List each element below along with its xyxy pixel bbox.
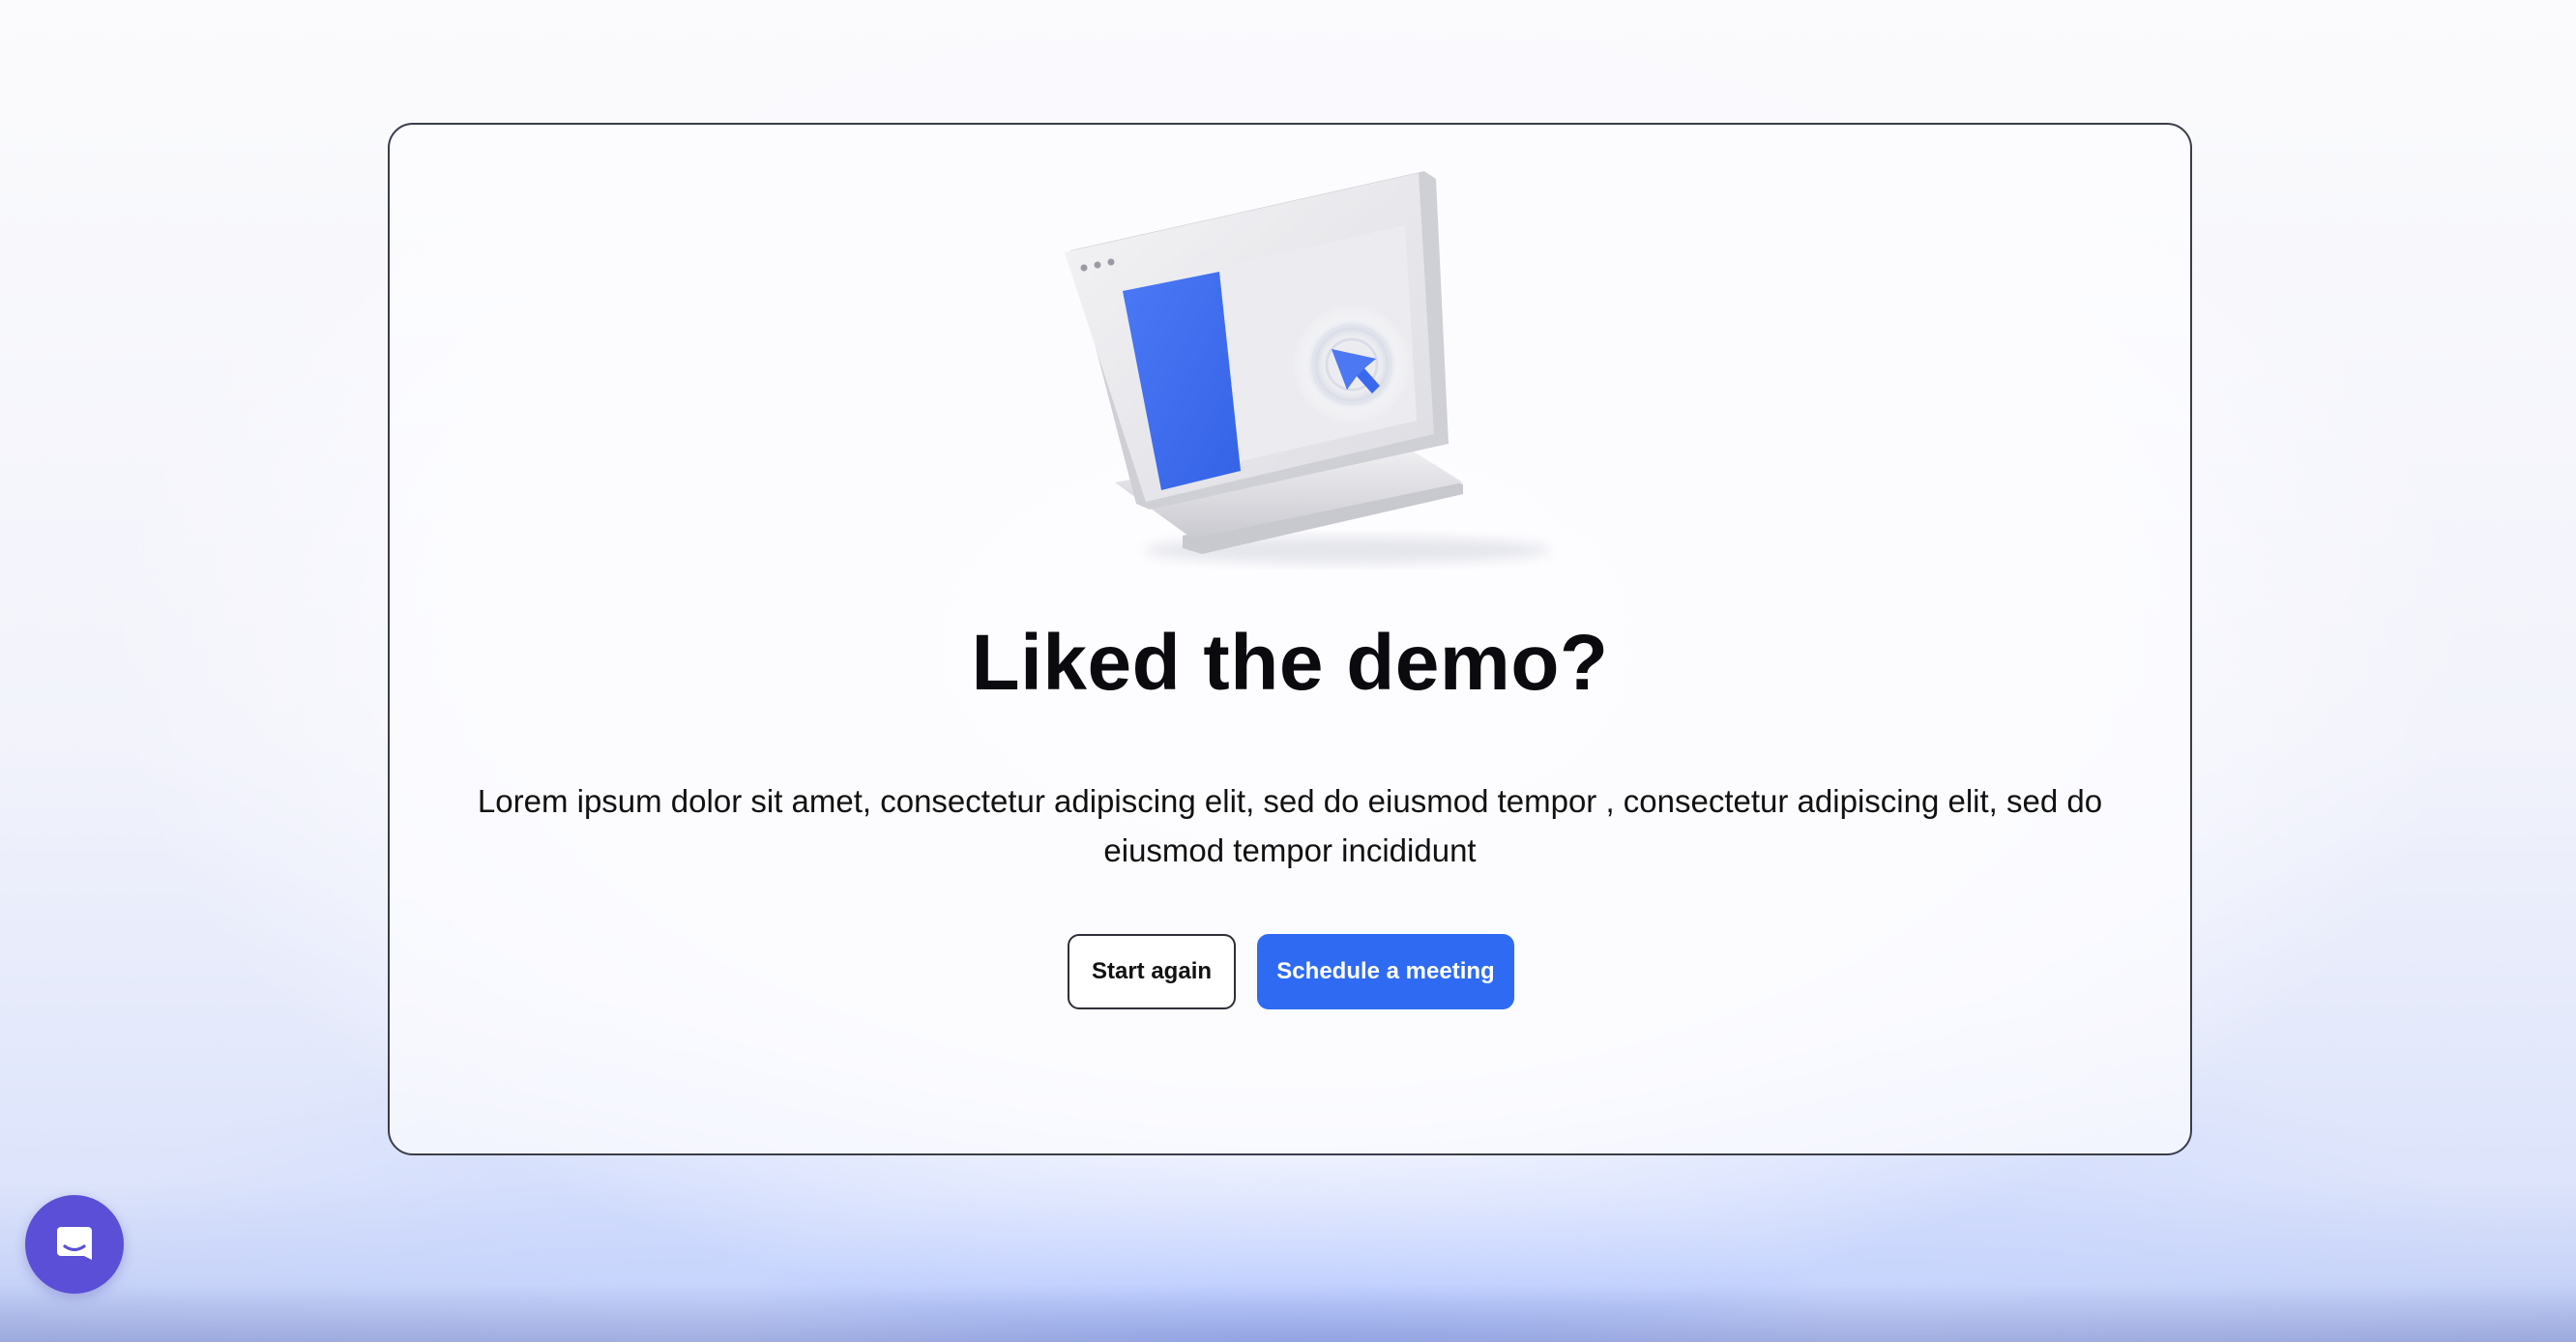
demo-end-card: Liked the demo? Lorem ipsum dolor sit am…: [388, 123, 2192, 1155]
chat-launcher-button[interactable]: [25, 1195, 124, 1294]
bottom-gradient: [0, 1284, 2576, 1342]
start-again-button[interactable]: Start again: [1068, 934, 1236, 1009]
chat-bubble-icon: [57, 1227, 92, 1260]
schedule-meeting-button[interactable]: Schedule a meeting: [1257, 934, 1514, 1009]
page-title: Liked the demo?: [971, 619, 1609, 707]
laptop-cursor-illustration: [1065, 171, 1550, 564]
description-text: Lorem ipsum dolor sit amet, consectetur …: [477, 783, 2103, 868]
